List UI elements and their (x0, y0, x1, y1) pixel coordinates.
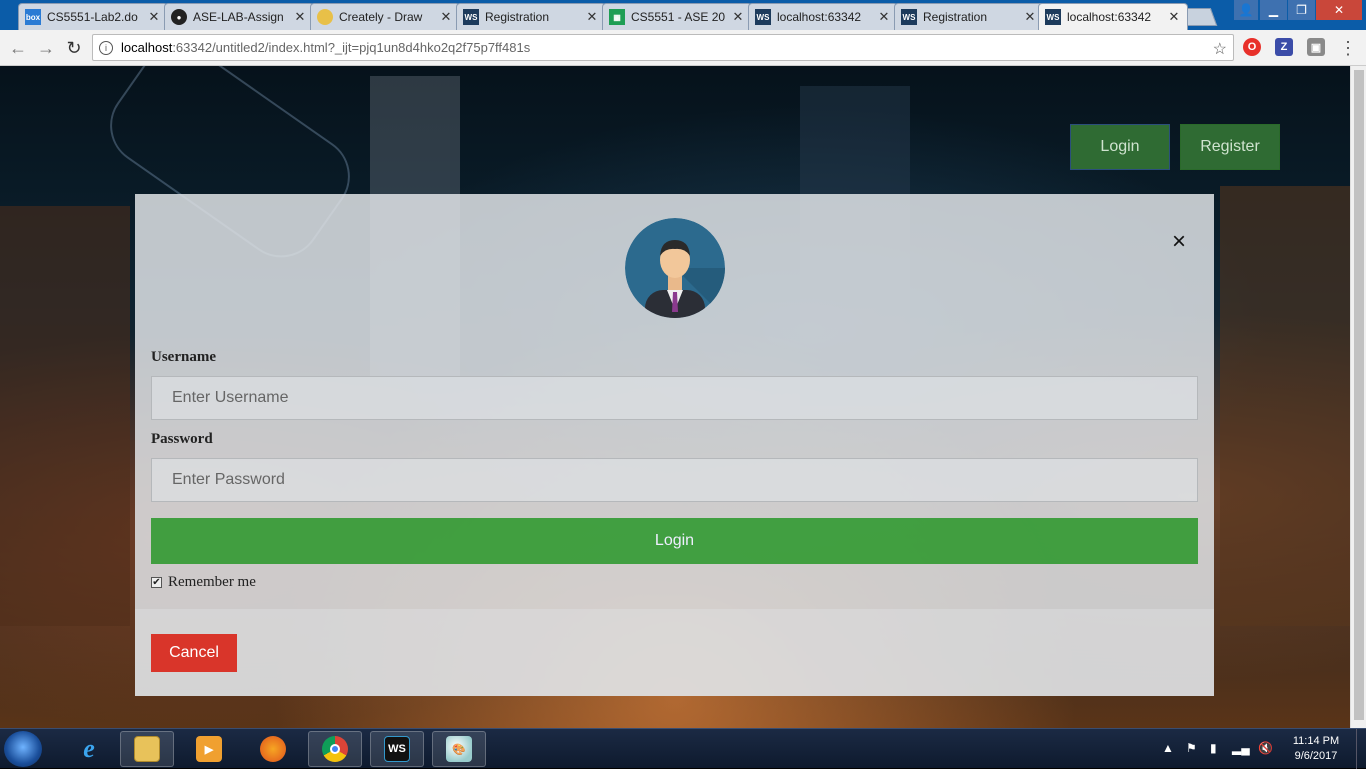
tab-title: localhost:63342 (1067, 10, 1152, 24)
internet-explorer-icon: e (83, 734, 95, 763)
tab-title: ASE-LAB-Assign (193, 10, 284, 24)
tab-title: Creately - Draw (339, 10, 423, 24)
clock-date: 9/6/2017 (1294, 750, 1338, 762)
avatar (625, 218, 725, 318)
tab-title: CS5551-Lab2.do (47, 10, 138, 24)
tab-title: Registration (923, 10, 988, 24)
action-center-flag-icon[interactable]: ⚑ (1186, 741, 1197, 755)
avatar-image (625, 218, 725, 318)
close-icon[interactable]: × (1167, 230, 1191, 254)
tab-7-active[interactable]: WS localhost:63342 ✕ (1038, 3, 1188, 30)
taskbar-ie[interactable]: e (62, 731, 116, 767)
webstorm-icon: WS (1045, 9, 1061, 25)
tab-strip: box CS5551-Lab2.do ✕ ● ASE-LAB-Assign ✕ … (0, 0, 1366, 30)
start-button[interactable] (4, 731, 42, 767)
taskbar-webstorm[interactable]: WS (370, 731, 424, 767)
modal-footer: Cancel (135, 609, 1214, 696)
tab-title: CS5551 - ASE 20 (631, 10, 726, 24)
opera-icon[interactable]: O (1243, 38, 1261, 56)
taskbar-media-player[interactable]: ▶ (182, 731, 236, 767)
taskbar-paint[interactable]: 🎨 (432, 731, 486, 767)
url-host: localhost (121, 40, 173, 55)
webstorm-icon: WS (755, 9, 771, 25)
tab-title: Registration (485, 10, 550, 24)
menu-icon[interactable]: ⋮ (1338, 38, 1358, 58)
github-icon: ● (171, 9, 187, 25)
url-path: :63342/untitled2/index.html?_ijt=pjq1un8… (172, 40, 531, 55)
tab-1[interactable]: ● ASE-LAB-Assign ✕ (164, 3, 314, 30)
volume-muted-icon[interactable]: 🔇 (1258, 741, 1273, 755)
tab-close-icon[interactable]: ✕ (1023, 9, 1037, 25)
extension-icon[interactable]: ▣ (1307, 38, 1325, 56)
minimize-button[interactable]: ▁ (1260, 0, 1287, 20)
background-building (0, 206, 130, 626)
remember-me-label: Remember me (168, 574, 256, 590)
taskbar-file-explorer[interactable] (120, 731, 174, 767)
header-login-button[interactable]: Login (1070, 124, 1170, 170)
header-register-button[interactable]: Register (1180, 124, 1280, 170)
forward-icon[interactable]: → (36, 38, 56, 58)
battery-icon[interactable]: ▮ (1210, 741, 1217, 755)
tab-4[interactable]: ▦ CS5551 - ASE 20 ✕ (602, 3, 752, 30)
network-signal-icon[interactable]: ▂▄ (1232, 741, 1250, 755)
webstorm-icon: WS (901, 9, 917, 25)
address-bar[interactable]: i localhost:63342/untitled2/index.html?_… (92, 34, 1234, 61)
show-desktop-button[interactable] (1356, 729, 1366, 769)
remember-me-row[interactable]: ✔ Remember me (151, 574, 256, 591)
taskbar: e ▶ WS 🎨 ▲ ⚑ ▮ ▂▄ 🔇 11:14 PM 9/6/2017 (0, 728, 1366, 769)
window-close-button[interactable]: ✕ (1316, 0, 1362, 20)
reload-icon[interactable]: ↻ (64, 38, 84, 58)
back-icon[interactable]: ← (8, 38, 28, 58)
tab-close-icon[interactable]: ✕ (147, 9, 161, 25)
tab-close-icon[interactable]: ✕ (439, 9, 453, 25)
webstorm-icon: WS (384, 736, 410, 762)
login-modal: × Username Password Login ✔ Remember me … (135, 194, 1214, 696)
bookmark-star-icon[interactable]: ☆ (1213, 39, 1227, 59)
tab-close-icon[interactable]: ✕ (877, 9, 891, 25)
clock-time: 11:14 PM (1292, 735, 1340, 747)
remember-me-checkbox[interactable]: ✔ (151, 577, 162, 588)
sheets-icon: ▦ (609, 9, 625, 25)
browser-toolbar: ← → ↻ i localhost:63342/untitled2/index.… (0, 30, 1366, 66)
maximize-button[interactable]: ❐ (1288, 0, 1315, 20)
password-label: Password (151, 431, 213, 447)
webstorm-icon: WS (463, 9, 479, 25)
taskbar-firefox[interactable] (246, 731, 300, 767)
tab-close-icon[interactable]: ✕ (585, 9, 599, 25)
paint-icon: 🎨 (446, 736, 472, 762)
user-icon[interactable]: 👤 (1234, 0, 1258, 20)
vertical-scrollbar[interactable] (1350, 66, 1366, 728)
tab-2[interactable]: Creately - Draw ✕ (310, 3, 460, 30)
tray-expand-icon[interactable]: ▲ (1162, 741, 1174, 755)
chrome-icon (322, 736, 348, 762)
tab-6[interactable]: WS Registration ✕ (894, 3, 1044, 30)
tab-close-icon[interactable]: ✕ (731, 9, 745, 25)
taskbar-chrome[interactable] (308, 731, 362, 767)
background-building (1220, 186, 1350, 626)
info-icon[interactable]: i (99, 40, 113, 55)
tab-title: localhost:63342 (777, 10, 862, 24)
firefox-icon (260, 736, 286, 762)
tab-close-icon[interactable]: ✕ (1167, 9, 1181, 25)
password-input[interactable] (151, 458, 1198, 502)
system-clock[interactable]: 11:14 PM 9/6/2017 (1284, 734, 1348, 764)
page-viewport: Login Register × Username Password Login… (0, 66, 1350, 728)
username-input[interactable] (151, 376, 1198, 420)
scrollbar-thumb[interactable] (1354, 70, 1364, 720)
tab-3[interactable]: WS Registration ✕ (456, 3, 606, 30)
bulb-icon (317, 9, 333, 25)
cancel-button[interactable]: Cancel (151, 634, 237, 672)
tab-0[interactable]: box CS5551-Lab2.do ✕ (18, 3, 168, 30)
zotero-icon[interactable]: Z (1275, 38, 1293, 56)
login-submit-button[interactable]: Login (151, 518, 1198, 564)
box-icon: box (25, 9, 41, 25)
media-player-icon: ▶ (196, 736, 222, 762)
folder-icon (134, 736, 160, 762)
username-label: Username (151, 349, 216, 365)
tab-close-icon[interactable]: ✕ (293, 9, 307, 25)
tab-5[interactable]: WS localhost:63342 ✕ (748, 3, 898, 30)
